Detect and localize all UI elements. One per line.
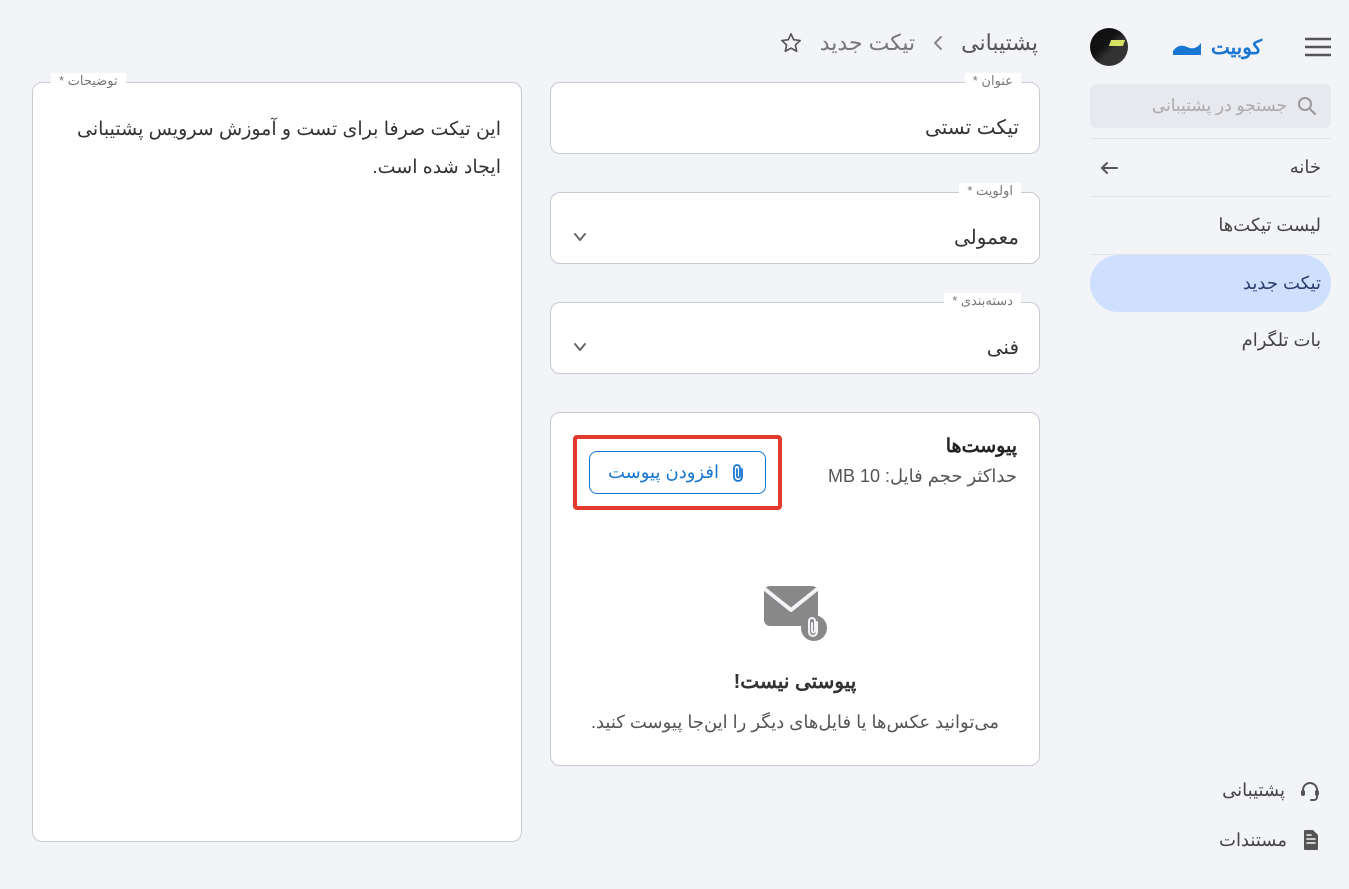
category-select[interactable]: دسته‌بندی * فنی: [550, 302, 1040, 374]
attachments-empty: پیوستی نیست! می‌توانید عکس‌ها یا فایل‌ها…: [573, 510, 1017, 743]
nav: خانه لیست تیکت‌ها تیکت جدید بات تلگرام: [1072, 138, 1349, 749]
avatar[interactable]: [1090, 28, 1128, 66]
arrow-left-icon: [1100, 161, 1118, 175]
form-column: عنوان * تیکت تستی اولویت * معمولی: [550, 82, 1040, 842]
attachments-title: پیوست‌ها: [828, 435, 1017, 458]
category-label: دسته‌بندی *: [944, 293, 1021, 309]
sidebar: کوبیت خانه لیست تیکت‌ها: [1072, 0, 1349, 889]
sidebar-item-label: خانه: [1290, 157, 1321, 178]
paperclip-icon: [729, 463, 747, 483]
search-icon: [1297, 96, 1317, 116]
priority-select[interactable]: اولویت * معمولی: [550, 192, 1040, 264]
star-icon[interactable]: [780, 32, 802, 54]
title-label: عنوان *: [965, 73, 1021, 89]
document-icon: [1301, 829, 1321, 851]
highlight-box: افزودن پیوست: [573, 435, 782, 510]
sidebar-item-tickets[interactable]: لیست تیکت‌ها: [1090, 197, 1331, 255]
sidebar-item-home[interactable]: خانه: [1090, 138, 1331, 197]
empty-title: پیوستی نیست!: [583, 669, 1007, 694]
sidebar-footer: پشتیبانی مستندات: [1072, 749, 1349, 889]
main: پشتیبانی تیکت جدید عنوان * تیکت تستی: [0, 0, 1072, 889]
attachments-card: پیوست‌ها حداکثر حجم فایل: 10 MB افزودن پ…: [550, 412, 1040, 766]
chevron-left-icon: [933, 35, 943, 51]
wave-icon: [1171, 39, 1201, 55]
add-attachment-label: افزودن پیوست: [608, 462, 719, 483]
footer-item-docs[interactable]: مستندات: [1090, 815, 1321, 865]
sidebar-header: کوبیت: [1072, 0, 1349, 84]
sidebar-item-telegram-bot[interactable]: بات تلگرام: [1090, 312, 1331, 369]
sidebar-item-label: بات تلگرام: [1242, 330, 1321, 351]
category-value: فنی: [587, 335, 1019, 360]
brand-text: کوبیت: [1211, 35, 1262, 60]
description-value: این تیکت صرفا برای تست و آموزش سرویس پشت…: [53, 111, 501, 187]
empty-desc: می‌توانید عکس‌ها یا فایل‌های دیگر را این…: [583, 712, 1007, 733]
mail-attachment-icon: [760, 580, 830, 644]
headset-icon: [1299, 779, 1321, 801]
priority-value: معمولی: [587, 225, 1019, 250]
title-field[interactable]: عنوان * تیکت تستی: [550, 82, 1040, 154]
chevron-down-icon: [573, 232, 587, 242]
sidebar-item-label: لیست تیکت‌ها: [1218, 215, 1321, 236]
add-attachment-button[interactable]: افزودن پیوست: [589, 451, 766, 494]
sidebar-item-new-ticket[interactable]: تیکت جدید: [1090, 255, 1331, 312]
sidebar-item-label: تیکت جدید: [1243, 273, 1321, 294]
search-box[interactable]: [1090, 84, 1331, 128]
priority-label: اولویت *: [959, 183, 1021, 199]
description-field[interactable]: توضیحات * این تیکت صرفا برای تست و آموزش…: [32, 82, 522, 842]
menu-icon[interactable]: [1305, 37, 1331, 57]
description-column: توضیحات * این تیکت صرفا برای تست و آموزش…: [32, 82, 522, 842]
footer-item-label: پشتیبانی: [1222, 780, 1285, 801]
brand-logo[interactable]: کوبیت: [1171, 35, 1262, 60]
attachments-max: حداکثر حجم فایل: 10 MB: [828, 466, 1017, 487]
search-input[interactable]: [1066, 96, 1287, 116]
footer-item-support[interactable]: پشتیبانی: [1090, 765, 1321, 815]
breadcrumb-root[interactable]: پشتیبانی: [961, 30, 1038, 56]
breadcrumb: پشتیبانی تیکت جدید: [0, 0, 1072, 82]
breadcrumb-current: تیکت جدید: [820, 30, 915, 56]
footer-item-label: مستندات: [1219, 830, 1287, 851]
title-value: تیکت تستی: [567, 115, 1019, 140]
description-label: توضیحات *: [51, 73, 126, 89]
chevron-down-icon: [573, 342, 587, 352]
